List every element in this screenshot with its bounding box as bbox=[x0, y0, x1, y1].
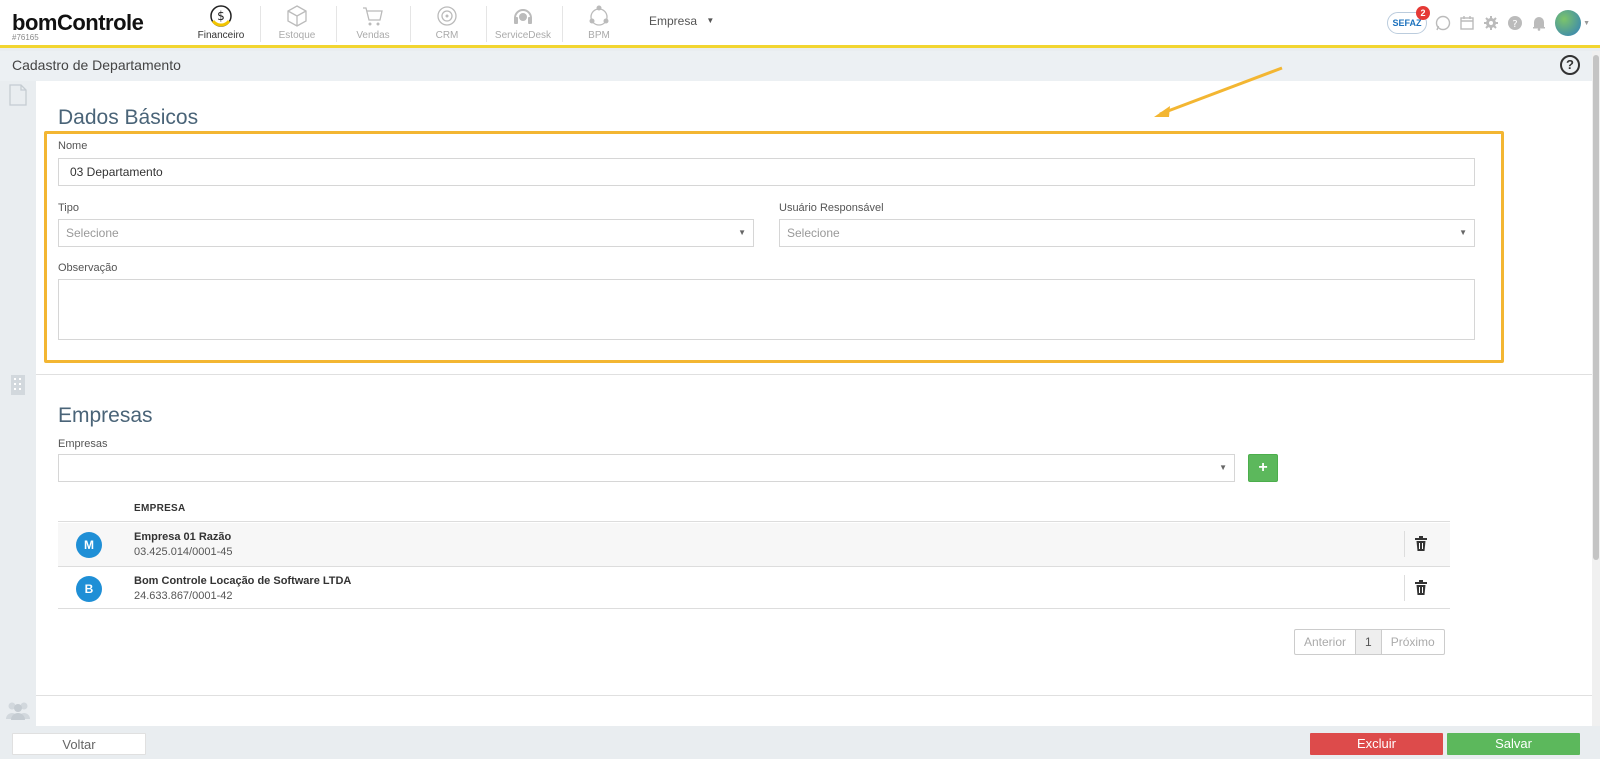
annotation-highlight-box bbox=[44, 131, 1504, 363]
notification-badge: 2 bbox=[1416, 6, 1431, 20]
sefaz-button[interactable]: SEFAZ 2 bbox=[1387, 6, 1431, 34]
bell-icon[interactable] bbox=[1531, 15, 1547, 31]
trash-icon[interactable] bbox=[1414, 536, 1428, 552]
add-empresa-button[interactable]: + bbox=[1248, 454, 1278, 482]
target-icon bbox=[437, 6, 457, 26]
page-title: Cadastro de Departamento bbox=[12, 57, 181, 73]
module-servicedesk[interactable]: ServiceDesk bbox=[486, 4, 560, 44]
gear-icon[interactable] bbox=[1483, 15, 1499, 31]
table-row: M Empresa 01 Razão 03.425.014/0001-45 bbox=[58, 523, 1450, 566]
box-icon bbox=[287, 5, 307, 27]
sefaz-label: SEFAZ bbox=[1392, 18, 1422, 28]
pagination: Anterior 1 Próximo bbox=[1294, 629, 1445, 655]
table-header-line bbox=[58, 521, 1450, 522]
module-label: CRM bbox=[435, 30, 459, 41]
voltar-button[interactable]: Voltar bbox=[12, 733, 146, 755]
scrollbar-thumb[interactable] bbox=[1593, 55, 1599, 560]
user-avatar[interactable] bbox=[1555, 10, 1582, 36]
pagination-next[interactable]: Próximo bbox=[1382, 630, 1444, 654]
section-divider bbox=[36, 695, 1592, 696]
table-row-line bbox=[58, 608, 1450, 609]
module-bpm[interactable]: BPM bbox=[562, 4, 636, 44]
section-rail bbox=[0, 81, 36, 726]
whatsapp-icon[interactable] bbox=[1435, 15, 1451, 31]
salvar-button[interactable]: Salvar bbox=[1447, 733, 1580, 755]
top-navbar: bomControle #76165 $ Financeiro Estoque … bbox=[0, 0, 1600, 48]
module-label: Estoque bbox=[278, 30, 316, 41]
caret-down-icon[interactable]: ▼ bbox=[1583, 20, 1590, 27]
annotation-arrow bbox=[1154, 66, 1283, 117]
table-row: B Bom Controle Locação de Software LTDA … bbox=[58, 567, 1450, 610]
empresa-avatar: M bbox=[76, 532, 102, 558]
process-icon bbox=[589, 5, 609, 26]
pagination-prev[interactable]: Anterior bbox=[1295, 630, 1355, 654]
empresa-dropdown[interactable]: Empresa ▼ bbox=[649, 14, 714, 28]
cart-icon bbox=[363, 7, 383, 26]
help-circle-icon[interactable]: ? bbox=[1560, 55, 1580, 75]
empresa-name: Bom Controle Locação de Software LTDA bbox=[134, 575, 352, 587]
users-group-icon[interactable] bbox=[5, 699, 31, 721]
dollar-coin-icon: $ bbox=[210, 5, 232, 27]
module-label: Vendas bbox=[356, 30, 390, 41]
document-icon[interactable] bbox=[8, 84, 28, 106]
excluir-button[interactable]: Excluir bbox=[1310, 733, 1443, 755]
trash-icon[interactable] bbox=[1414, 580, 1428, 596]
section-divider bbox=[36, 374, 1592, 375]
module-estoque[interactable]: Estoque bbox=[260, 4, 334, 44]
module-vendas[interactable]: Vendas bbox=[336, 4, 410, 44]
pagination-current-page[interactable]: 1 bbox=[1355, 630, 1382, 654]
svg-text:?: ? bbox=[1512, 19, 1517, 30]
caret-down-icon: ▼ bbox=[1219, 463, 1227, 472]
module-label: ServiceDesk bbox=[494, 30, 552, 41]
module-label: Financeiro bbox=[197, 30, 245, 41]
module-label: BPM bbox=[588, 30, 610, 41]
empresas-select-label: Empresas bbox=[58, 438, 108, 450]
empresa-cnpj: 24.633.867/0001-42 bbox=[134, 590, 233, 602]
svg-text:$: $ bbox=[217, 9, 225, 23]
row-divider bbox=[1404, 531, 1405, 557]
empresa-menu-label: Empresa bbox=[649, 14, 698, 28]
module-crm[interactable]: CRM bbox=[410, 4, 484, 44]
column-header-empresa: EMPRESA bbox=[134, 503, 186, 514]
empresas-select[interactable]: ▼ bbox=[58, 454, 1235, 482]
section-title-dados-basicos: Dados Básicos bbox=[58, 106, 199, 129]
top-icon-bar: SEFAZ 2 ? ▼ bbox=[1387, 6, 1590, 38]
headset-icon bbox=[514, 9, 532, 24]
account-id: #76165 bbox=[12, 33, 39, 42]
empresa-name: Empresa 01 Razão bbox=[134, 531, 232, 543]
building-icon[interactable] bbox=[8, 374, 28, 396]
module-financeiro[interactable]: $ Financeiro bbox=[184, 4, 258, 44]
empresa-avatar: B bbox=[76, 576, 102, 602]
row-divider bbox=[1404, 575, 1405, 601]
help-icon[interactable]: ? bbox=[1507, 15, 1523, 31]
section-title-empresas: Empresas bbox=[58, 404, 153, 427]
calendar-icon[interactable] bbox=[1459, 15, 1475, 31]
caret-down-icon: ▼ bbox=[706, 16, 715, 25]
empresa-cnpj: 03.425.014/0001-45 bbox=[134, 546, 233, 558]
page-header: Cadastro de Departamento ? bbox=[0, 51, 1592, 81]
